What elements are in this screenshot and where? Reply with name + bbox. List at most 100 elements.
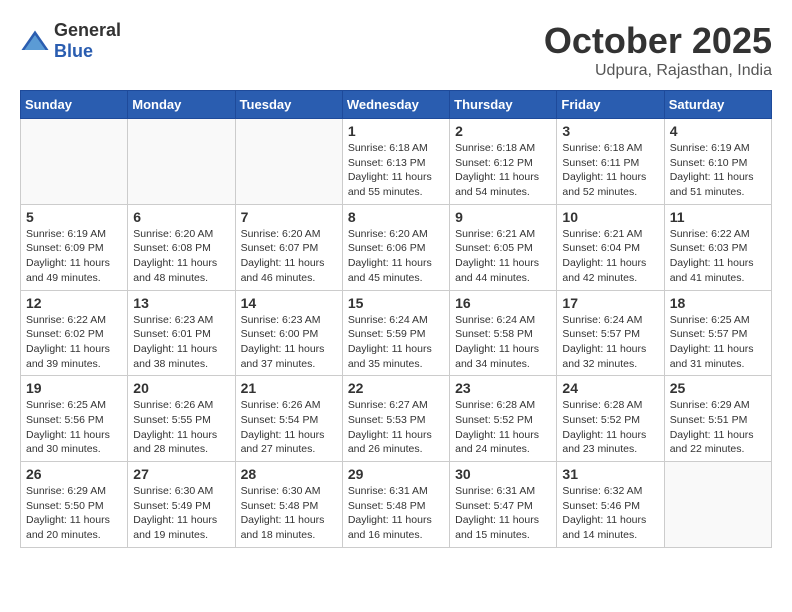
calendar-cell [128, 119, 235, 205]
logo: General Blue [20, 20, 121, 62]
calendar-cell: 9 Sunrise: 6:21 AM Sunset: 6:05 PM Daylig… [450, 204, 557, 290]
day-number: 13 [133, 295, 229, 311]
day-info: Sunrise: 6:25 AM Sunset: 5:57 PM Dayligh… [670, 313, 766, 372]
calendar-cell: 11Sunrise: 6:22 AM Sunset: 6:03 PM Dayli… [664, 204, 771, 290]
day-number: 29 [348, 466, 444, 482]
weekday-header-tuesday: Tuesday [235, 91, 342, 119]
day-info: Sunrise: 6:25 AM Sunset: 5:56 PM Dayligh… [26, 398, 122, 457]
logo-general: General [54, 20, 121, 40]
day-info: Sunrise: 6:24 AM Sunset: 5:59 PM Dayligh… [348, 313, 444, 372]
calendar-cell [664, 462, 771, 548]
day-info: Sunrise: 6:20 AM Sunset: 6:07 PM Dayligh… [241, 227, 337, 286]
day-info: Sunrise: 6:29 AM Sunset: 5:51 PM Dayligh… [670, 398, 766, 457]
title-block: October 2025 Udpura, Rajasthan, India [544, 20, 772, 80]
page-header: General Blue October 2025 Udpura, Rajast… [20, 20, 772, 80]
calendar-cell: 26Sunrise: 6:29 AM Sunset: 5:50 PM Dayli… [21, 462, 128, 548]
calendar-cell: 27 Sunrise: 6:30 AM Sunset: 5:49 PM Dayli… [128, 462, 235, 548]
calendar-cell: 25 Sunrise: 6:29 AM Sunset: 5:51 PM Dayli… [664, 376, 771, 462]
day-info: Sunrise: 6:21 AM Sunset: 6:04 PM Dayligh… [562, 227, 658, 286]
day-number: 9 [455, 209, 551, 225]
day-info: Sunrise: 6:22 AM Sunset: 6:02 PM Dayligh… [26, 313, 122, 372]
day-info: Sunrise: 6:21 AM Sunset: 6:05 PM Dayligh… [455, 227, 551, 286]
day-number: 26 [26, 466, 122, 482]
day-info: Sunrise: 6:31 AM Sunset: 5:48 PM Dayligh… [348, 484, 444, 543]
calendar-week-row: 12 Sunrise: 6:22 AM Sunset: 6:02 PM Dayli… [21, 290, 772, 376]
day-number: 27 [133, 466, 229, 482]
calendar-cell: 20 Sunrise: 6:26 AM Sunset: 5:55 PM Dayli… [128, 376, 235, 462]
day-number: 3 [562, 123, 658, 139]
day-info: Sunrise: 6:32 AM Sunset: 5:46 PM Dayligh… [562, 484, 658, 543]
day-info: Sunrise: 6:27 AM Sunset: 5:53 PM Dayligh… [348, 398, 444, 457]
day-number: 24 [562, 380, 658, 396]
calendar-cell [21, 119, 128, 205]
day-number: 7 [241, 209, 337, 225]
calendar-week-row: 1 Sunrise: 6:18 AM Sunset: 6:13 PM Daylig… [21, 119, 772, 205]
location: Udpura, Rajasthan, India [544, 62, 772, 80]
calendar-cell: 31Sunrise: 6:32 AM Sunset: 5:46 PM Dayli… [557, 462, 664, 548]
day-number: 20 [133, 380, 229, 396]
day-number: 1 [348, 123, 444, 139]
day-number: 21 [241, 380, 337, 396]
logo-text: General Blue [54, 20, 121, 62]
calendar-cell: 1 Sunrise: 6:18 AM Sunset: 6:13 PM Daylig… [342, 119, 449, 205]
day-number: 12 [26, 295, 122, 311]
calendar-cell: 22Sunrise: 6:27 AM Sunset: 5:53 PM Dayli… [342, 376, 449, 462]
day-info: Sunrise: 6:18 AM Sunset: 6:11 PM Dayligh… [562, 141, 658, 200]
weekday-header-row: SundayMondayTuesdayWednesdayThursdayFrid… [21, 91, 772, 119]
day-info: Sunrise: 6:24 AM Sunset: 5:57 PM Dayligh… [562, 313, 658, 372]
calendar-cell: 21 Sunrise: 6:26 AM Sunset: 5:54 PM Dayli… [235, 376, 342, 462]
day-info: Sunrise: 6:18 AM Sunset: 6:13 PM Dayligh… [348, 141, 444, 200]
calendar-cell: 14Sunrise: 6:23 AM Sunset: 6:00 PM Dayli… [235, 290, 342, 376]
day-info: Sunrise: 6:24 AM Sunset: 5:58 PM Dayligh… [455, 313, 551, 372]
calendar-cell: 7 Sunrise: 6:20 AM Sunset: 6:07 PM Daylig… [235, 204, 342, 290]
day-number: 6 [133, 209, 229, 225]
calendar-cell: 2Sunrise: 6:18 AM Sunset: 6:12 PM Daylig… [450, 119, 557, 205]
calendar-cell: 19 Sunrise: 6:25 AM Sunset: 5:56 PM Dayli… [21, 376, 128, 462]
day-info: Sunrise: 6:19 AM Sunset: 6:10 PM Dayligh… [670, 141, 766, 200]
calendar-cell: 16 Sunrise: 6:24 AM Sunset: 5:58 PM Dayli… [450, 290, 557, 376]
calendar-cell: 10 Sunrise: 6:21 AM Sunset: 6:04 PM Dayli… [557, 204, 664, 290]
day-info: Sunrise: 6:30 AM Sunset: 5:48 PM Dayligh… [241, 484, 337, 543]
day-info: Sunrise: 6:26 AM Sunset: 5:54 PM Dayligh… [241, 398, 337, 457]
day-info: Sunrise: 6:30 AM Sunset: 5:49 PM Dayligh… [133, 484, 229, 543]
calendar-cell: 4 Sunrise: 6:19 AM Sunset: 6:10 PM Daylig… [664, 119, 771, 205]
day-number: 25 [670, 380, 766, 396]
calendar-table: SundayMondayTuesdayWednesdayThursdayFrid… [20, 90, 772, 548]
day-info: Sunrise: 6:23 AM Sunset: 6:01 PM Dayligh… [133, 313, 229, 372]
calendar-week-row: 5 Sunrise: 6:19 AM Sunset: 6:09 PM Daylig… [21, 204, 772, 290]
calendar-cell [235, 119, 342, 205]
day-info: Sunrise: 6:26 AM Sunset: 5:55 PM Dayligh… [133, 398, 229, 457]
day-info: Sunrise: 6:23 AM Sunset: 6:00 PM Dayligh… [241, 313, 337, 372]
day-info: Sunrise: 6:28 AM Sunset: 5:52 PM Dayligh… [455, 398, 551, 457]
day-info: Sunrise: 6:31 AM Sunset: 5:47 PM Dayligh… [455, 484, 551, 543]
day-info: Sunrise: 6:20 AM Sunset: 6:08 PM Dayligh… [133, 227, 229, 286]
weekday-header-wednesday: Wednesday [342, 91, 449, 119]
day-info: Sunrise: 6:22 AM Sunset: 6:03 PM Dayligh… [670, 227, 766, 286]
day-number: 4 [670, 123, 766, 139]
day-number: 18 [670, 295, 766, 311]
day-number: 15 [348, 295, 444, 311]
day-number: 19 [26, 380, 122, 396]
calendar-cell: 13 Sunrise: 6:23 AM Sunset: 6:01 PM Dayli… [128, 290, 235, 376]
calendar-cell: 12 Sunrise: 6:22 AM Sunset: 6:02 PM Dayli… [21, 290, 128, 376]
day-info: Sunrise: 6:19 AM Sunset: 6:09 PM Dayligh… [26, 227, 122, 286]
day-number: 10 [562, 209, 658, 225]
weekday-header-friday: Friday [557, 91, 664, 119]
calendar-cell: 28Sunrise: 6:30 AM Sunset: 5:48 PM Dayli… [235, 462, 342, 548]
day-number: 17 [562, 295, 658, 311]
calendar-week-row: 19 Sunrise: 6:25 AM Sunset: 5:56 PM Dayli… [21, 376, 772, 462]
calendar-cell: 6 Sunrise: 6:20 AM Sunset: 6:08 PM Daylig… [128, 204, 235, 290]
month-title: October 2025 [544, 20, 772, 62]
calendar-cell: 30Sunrise: 6:31 AM Sunset: 5:47 PM Dayli… [450, 462, 557, 548]
calendar-cell: 8Sunrise: 6:20 AM Sunset: 6:06 PM Daylig… [342, 204, 449, 290]
day-number: 5 [26, 209, 122, 225]
weekday-header-sunday: Sunday [21, 91, 128, 119]
logo-blue: Blue [54, 41, 93, 61]
calendar-cell: 23Sunrise: 6:28 AM Sunset: 5:52 PM Dayli… [450, 376, 557, 462]
weekday-header-monday: Monday [128, 91, 235, 119]
calendar-cell: 29 Sunrise: 6:31 AM Sunset: 5:48 PM Dayli… [342, 462, 449, 548]
calendar-cell: 24Sunrise: 6:28 AM Sunset: 5:52 PM Dayli… [557, 376, 664, 462]
day-number: 16 [455, 295, 551, 311]
calendar-cell: 5 Sunrise: 6:19 AM Sunset: 6:09 PM Daylig… [21, 204, 128, 290]
calendar-cell: 3 Sunrise: 6:18 AM Sunset: 6:11 PM Daylig… [557, 119, 664, 205]
